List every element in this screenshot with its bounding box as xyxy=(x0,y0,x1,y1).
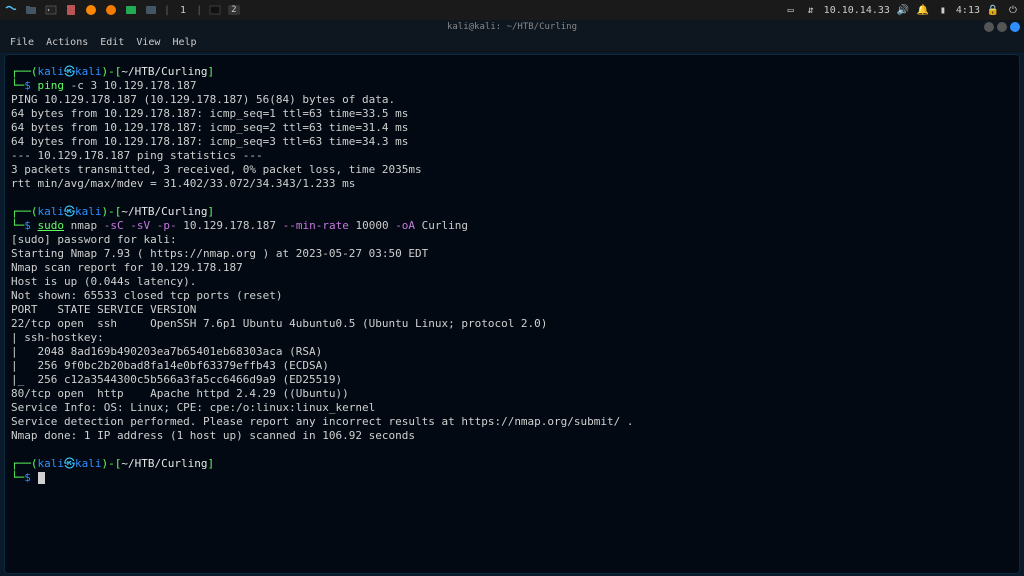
app-icon[interactable] xyxy=(144,3,158,17)
menu-view[interactable]: View xyxy=(136,37,160,48)
menu-edit[interactable]: Edit xyxy=(100,37,124,48)
command-line: └─$ ping -c 3 10.129.178.187 xyxy=(11,79,1013,93)
menu-file[interactable]: File xyxy=(10,37,34,48)
output-line: PING 10.129.178.187 (10.129.178.187) 56(… xyxy=(11,93,1013,107)
notification-icon[interactable]: 🔔 xyxy=(916,3,930,17)
output-line: PORT STATE SERVICE VERSION xyxy=(11,303,1013,317)
prompt-line: ┌──(kali㉿kali)-[~/HTB/Curling] xyxy=(11,457,1013,471)
terminal[interactable]: ┌──(kali㉿kali)-[~/HTB/Curling] └─$ ping … xyxy=(4,54,1020,574)
window-titlebar[interactable]: kali@kali: ~/HTB/Curling xyxy=(0,20,1024,34)
output-line: 64 bytes from 10.129.178.187: icmp_seq=3… xyxy=(11,135,1013,149)
lock-icon[interactable]: 🔒 xyxy=(986,3,1000,17)
panel-left: | 1 | 2 xyxy=(4,3,240,17)
prompt-line: ┌──(kali㉿kali)-[~/HTB/Curling] xyxy=(11,65,1013,79)
output-line: Service Info: OS: Linux; CPE: cpe:/o:lin… xyxy=(11,401,1013,415)
maximize-button[interactable] xyxy=(997,22,1007,32)
workspace-indicator[interactable]: 1 xyxy=(176,5,190,16)
kali-menu-icon[interactable] xyxy=(4,3,18,17)
files-icon[interactable] xyxy=(24,3,38,17)
panel-right: ▭ ⇵ 10.10.14.33 🔊 🔔 ▮ 4:13 🔒 ⏻ xyxy=(784,3,1020,17)
menu-help[interactable]: Help xyxy=(172,37,196,48)
window-title: kali@kali: ~/HTB/Curling xyxy=(447,22,577,32)
output-line: 22/tcp open ssh OpenSSH 7.6p1 Ubuntu 4ub… xyxy=(11,317,1013,331)
firefox-icon[interactable] xyxy=(104,3,118,17)
terminal-taskbar-icon[interactable] xyxy=(44,3,58,17)
close-button[interactable] xyxy=(1010,22,1020,32)
editor-icon[interactable] xyxy=(64,3,78,17)
output-line: Host is up (0.044s latency). xyxy=(11,275,1013,289)
vpn-icon[interactable]: ⇵ xyxy=(804,3,818,17)
volume-icon[interactable]: 🔊 xyxy=(896,3,910,17)
menu-actions[interactable]: Actions xyxy=(46,37,88,48)
cursor xyxy=(38,472,45,484)
command-line: └─$ xyxy=(11,471,1013,485)
terminal-task-icon[interactable] xyxy=(208,3,222,17)
output-line: --- 10.129.178.187 ping statistics --- xyxy=(11,149,1013,163)
output-line: Not shown: 65533 closed tcp ports (reset… xyxy=(11,289,1013,303)
power-icon[interactable]: ⏻ xyxy=(1006,3,1020,17)
burp-icon[interactable] xyxy=(84,3,98,17)
output-line: 64 bytes from 10.129.178.187: icmp_seq=2… xyxy=(11,121,1013,135)
output-line: | 2048 8ad169b490203ea7b65401eb68303aca … xyxy=(11,345,1013,359)
output-line: Starting Nmap 7.93 ( https://nmap.org ) … xyxy=(11,247,1013,261)
battery-icon[interactable]: ▮ xyxy=(936,3,950,17)
top-panel: | 1 | 2 ▭ ⇵ 10.10.14.33 🔊 🔔 ▮ 4:13 🔒 ⏻ xyxy=(0,0,1024,20)
clock[interactable]: 4:13 xyxy=(956,5,980,16)
task-badge: 2 xyxy=(228,5,239,15)
output-line: | 256 9f0bc2b20bad8fa14e0bf63379effb43 (… xyxy=(11,359,1013,373)
menubar: File Actions Edit View Help xyxy=(0,34,1024,52)
command-line: └─$ sudo nmap -sC -sV -p- 10.129.178.187… xyxy=(11,219,1013,233)
output-line: rtt min/avg/max/mdev = 31.402/33.072/34.… xyxy=(11,177,1013,191)
output-line: 64 bytes from 10.129.178.187: icmp_seq=1… xyxy=(11,107,1013,121)
output-line: Service detection performed. Please repo… xyxy=(11,415,1013,429)
output-line: [sudo] password for kali: xyxy=(11,233,1013,247)
output-line: |_ 256 c12a3544300c5b566a3fa5cc6466d9a9 … xyxy=(11,373,1013,387)
output-line: Nmap scan report for 10.129.178.187 xyxy=(11,261,1013,275)
output-line xyxy=(11,443,1013,457)
code-icon[interactable] xyxy=(124,3,138,17)
output-line: 3 packets transmitted, 3 received, 0% pa… xyxy=(11,163,1013,177)
display-icon[interactable]: ▭ xyxy=(784,3,798,17)
output-line: Nmap done: 1 IP address (1 host up) scan… xyxy=(11,429,1013,443)
minimize-button[interactable] xyxy=(984,22,994,32)
window-controls xyxy=(984,22,1020,32)
prompt-line: ┌──(kali㉿kali)-[~/HTB/Curling] xyxy=(11,205,1013,219)
output-line: | ssh-hostkey: xyxy=(11,331,1013,345)
ip-label: 10.10.14.33 xyxy=(824,5,890,16)
output-line: 80/tcp open http Apache httpd 2.4.29 ((U… xyxy=(11,387,1013,401)
output-line xyxy=(11,191,1013,205)
